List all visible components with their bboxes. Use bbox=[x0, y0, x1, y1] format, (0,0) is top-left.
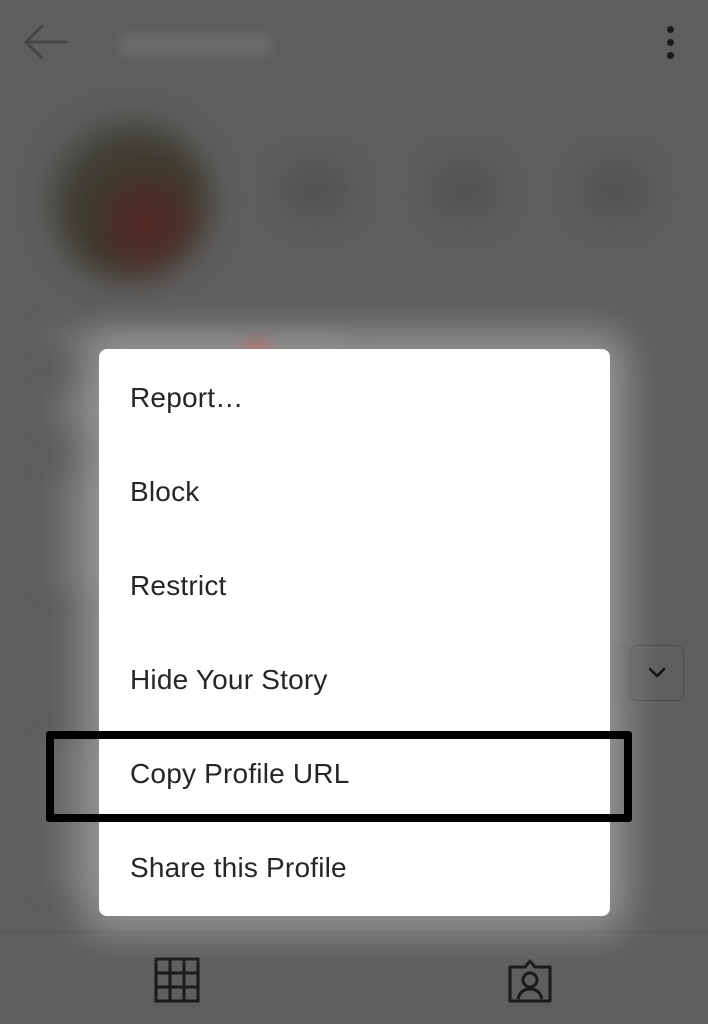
tagged-photos-icon[interactable] bbox=[506, 957, 554, 1005]
menu-item-hide-your-story[interactable]: Hide Your Story bbox=[99, 633, 610, 727]
menu-item-copy-profile-url[interactable]: Copy Profile URL bbox=[99, 727, 610, 821]
menu-item-label: Restrict bbox=[130, 570, 227, 601]
stat-followers-blurred bbox=[430, 160, 500, 220]
menu-item-share-this-profile[interactable]: Share this Profile bbox=[99, 821, 610, 915]
arrow-left-icon[interactable] bbox=[20, 22, 70, 62]
bio-line-blurred bbox=[45, 390, 105, 430]
profile-top-bar bbox=[0, 0, 708, 88]
menu-item-report[interactable]: Report… bbox=[99, 351, 610, 445]
suggested-accounts-button[interactable] bbox=[630, 645, 684, 701]
profile-options-menu: Report… Block Restrict Hide Your Story C… bbox=[99, 349, 610, 916]
tab-divider bbox=[0, 932, 708, 933]
bio-line-blurred bbox=[45, 740, 105, 890]
menu-item-label: Copy Profile URL bbox=[130, 758, 350, 789]
avatar bbox=[50, 120, 210, 280]
menu-item-label: Hide Your Story bbox=[130, 664, 328, 695]
menu-item-label: Share this Profile bbox=[130, 852, 347, 883]
bio-name-blurred bbox=[45, 325, 345, 351]
more-vertical-icon[interactable] bbox=[660, 22, 680, 62]
menu-item-label: Report… bbox=[130, 382, 244, 413]
menu-item-restrict[interactable]: Restrict bbox=[99, 539, 610, 633]
menu-item-label: Block bbox=[130, 476, 200, 507]
menu-item-block[interactable]: Block bbox=[99, 445, 610, 539]
stat-following-blurred bbox=[580, 160, 650, 220]
grid-icon[interactable] bbox=[154, 957, 200, 1003]
stat-posts-blurred bbox=[280, 160, 350, 220]
username-blurred bbox=[120, 34, 270, 56]
